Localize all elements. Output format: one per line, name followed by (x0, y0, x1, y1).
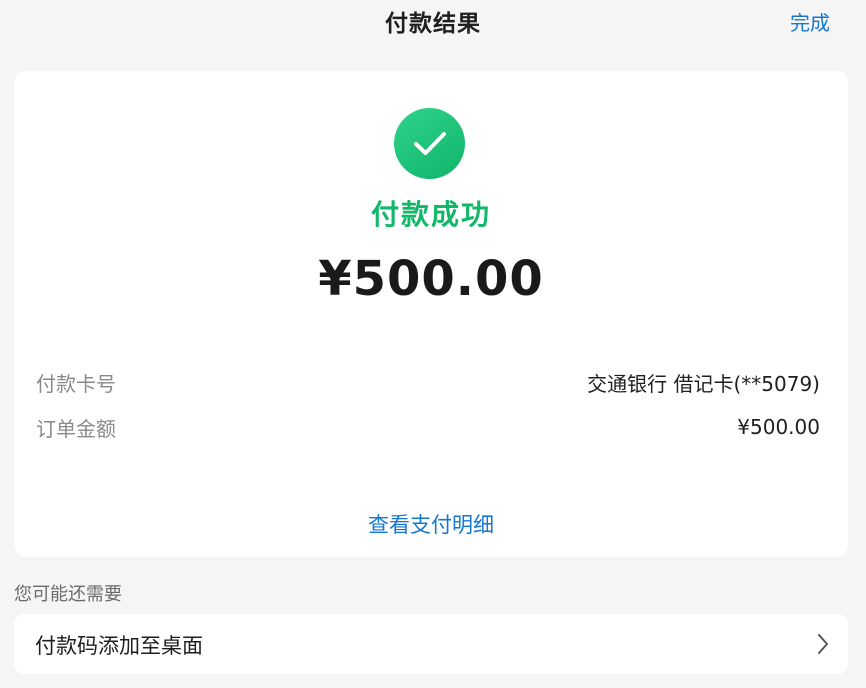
detail-row-card-number: 付款卡号 交通银行 借记卡(**5079) (36, 367, 820, 397)
card-number-value: 交通银行 借记卡(**5079) (587, 371, 820, 396)
payment-result-card: 付款成功 ¥500.00 付款卡号 交通银行 借记卡(**5079) 订单金额 … (14, 71, 848, 557)
view-payment-detail-link[interactable]: 查看支付明细 (14, 509, 848, 539)
order-amount-label: 订单金额 (36, 416, 116, 441)
payment-status: 付款成功 (370, 198, 491, 231)
add-pay-code-to-desktop-item[interactable]: 付款码添加至桌面 (14, 614, 848, 674)
chevron-right-icon (818, 634, 828, 654)
top-bar: 付款结果 完成 (0, 0, 866, 42)
suggestions-title: 您可能还需要 (14, 584, 122, 605)
payment-amount: ¥500.00 (318, 251, 544, 307)
done-button[interactable]: 完成 (790, 7, 830, 36)
success-check-icon (394, 108, 465, 179)
card-number-label: 付款卡号 (36, 371, 116, 396)
order-amount-value: ¥500.00 (737, 415, 820, 439)
add-pay-code-label: 付款码添加至桌面 (35, 634, 203, 658)
payment-result-page: 付款结果 完成 付款成功 ¥500.00 付款卡号 交通银行 借记卡(**507… (0, 0, 866, 688)
detail-row-order-amount: 订单金额 ¥500.00 (36, 412, 820, 442)
page-title: 付款结果 (385, 11, 481, 37)
